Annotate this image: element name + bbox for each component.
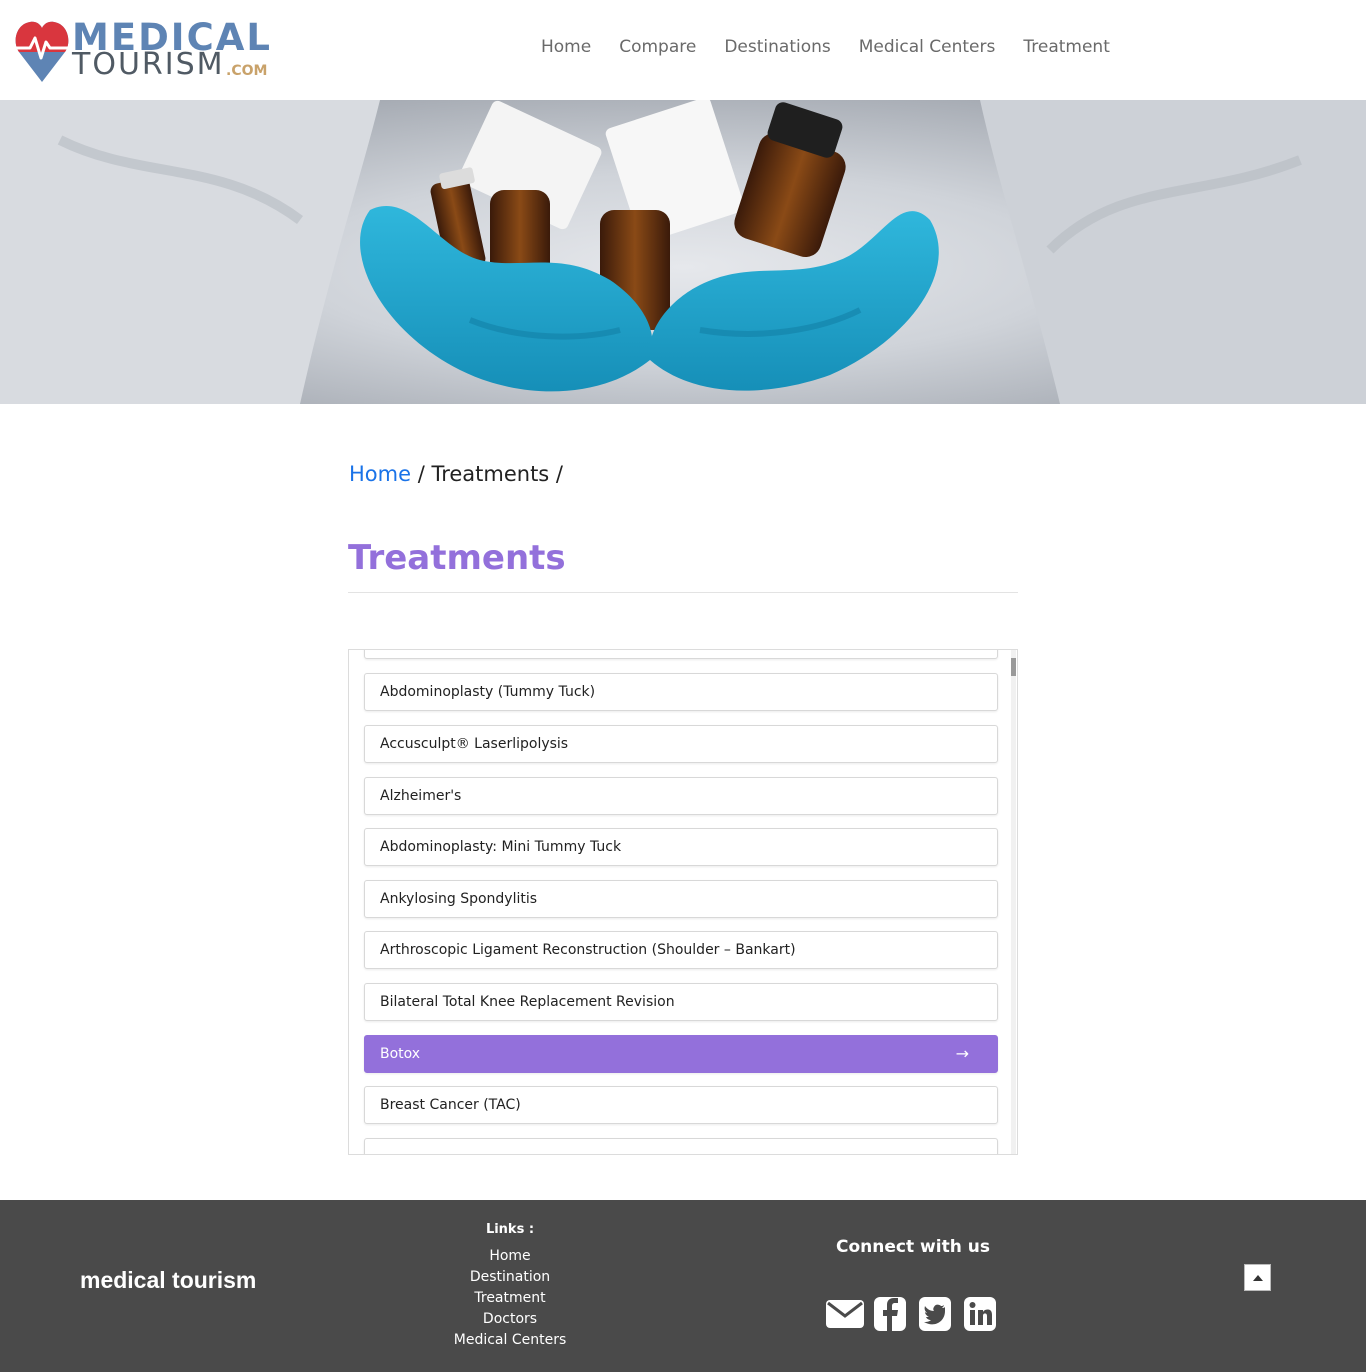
caret-up-icon (1253, 1275, 1263, 1281)
nav-treatment[interactable]: Treatment (1009, 34, 1124, 60)
treatment-item[interactable]: Bilateral Total Knee Replacement Revisio… (364, 983, 998, 1021)
site-header: MEDICAL TOURISM .COM Home Compare Destin… (0, 0, 1366, 100)
footer-brand: medical tourism (80, 1267, 257, 1293)
logo-line2: TOURISM (72, 47, 225, 82)
connect-title: Connect with us (836, 1237, 990, 1257)
treatment-item-selected[interactable]: Botox → (364, 1035, 998, 1073)
social-links (825, 1296, 1005, 1332)
footer-link-home[interactable]: Home (440, 1246, 580, 1267)
footer-links: Home Destination Treatment Doctors Medic… (440, 1246, 580, 1351)
nav-home[interactable]: Home (527, 34, 605, 60)
logo-suffix: .COM (226, 63, 268, 79)
main-nav: Home Compare Destinations Medical Center… (527, 34, 1124, 60)
linkedin-icon[interactable] (960, 1296, 1000, 1332)
treatment-item[interactable]: Accusculpt® Laserlipolysis (364, 725, 998, 763)
nav-destinations[interactable]: Destinations (710, 34, 844, 60)
footer-link-doctors[interactable]: Doctors (440, 1309, 580, 1330)
site-footer: medical tourism Links : Home Destination… (0, 1200, 1366, 1372)
treatment-item[interactable]: Abdominoplasty: Mini Tummy Tuck (364, 828, 998, 866)
list-item-partial-bottom[interactable] (364, 1138, 998, 1154)
treatment-item[interactable]: Ankylosing Spondylitis (364, 880, 998, 918)
treatment-item-label: Botox (380, 1046, 421, 1062)
footer-link-destination[interactable]: Destination (440, 1267, 580, 1288)
breadcrumb-home-link[interactable]: Home (349, 462, 411, 486)
breadcrumb: Home / Treatments / (349, 460, 563, 488)
site-logo[interactable]: MEDICAL TOURISM .COM (14, 18, 284, 84)
nav-medical-centers[interactable]: Medical Centers (845, 34, 1010, 60)
breadcrumb-separator: / (549, 462, 564, 486)
treatment-item[interactable]: Arthroscopic Ligament Reconstruction (Sh… (364, 931, 998, 969)
treatments-list[interactable]: Abdominoplasty (Tummy Tuck) Accusculpt® … (348, 649, 1018, 1155)
list-scrollbar-track[interactable] (1011, 650, 1016, 1154)
list-scrollbar-thumb[interactable] (1011, 658, 1016, 676)
arrow-right-icon: → (955, 1044, 969, 1063)
page-title: Treatments (348, 538, 566, 578)
nav-compare[interactable]: Compare (605, 34, 710, 60)
breadcrumb-separator: / (411, 462, 432, 486)
facebook-icon[interactable] (870, 1296, 910, 1332)
list-item-partial-top[interactable] (364, 650, 998, 659)
twitter-icon[interactable] (915, 1296, 955, 1332)
breadcrumb-current: Treatments (431, 462, 550, 486)
title-divider (348, 592, 1018, 593)
treatment-item[interactable]: Abdominoplasty (Tummy Tuck) (364, 673, 998, 711)
footer-link-medical-centers[interactable]: Medical Centers (440, 1330, 580, 1351)
envelope-icon[interactable] (825, 1296, 865, 1332)
treatment-item[interactable]: Alzheimer's (364, 777, 998, 815)
back-to-top-button[interactable] (1244, 1264, 1271, 1291)
hero-image (0, 100, 1366, 404)
footer-link-treatment[interactable]: Treatment (440, 1288, 580, 1309)
heart-pin-icon (15, 21, 69, 83)
footer-links-title: Links : (485, 1222, 535, 1237)
gloved-hands-vials-illustration (0, 100, 1366, 404)
treatment-item[interactable]: Breast Cancer (TAC) (364, 1086, 998, 1124)
